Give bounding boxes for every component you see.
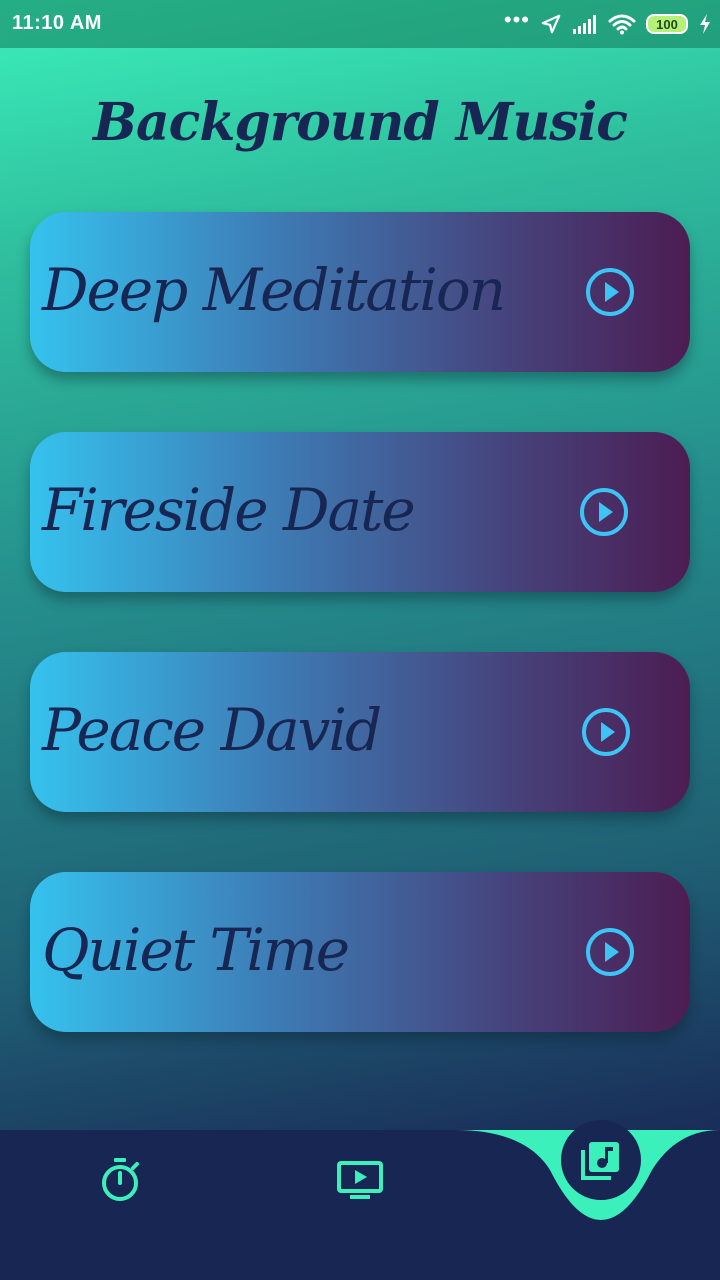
music-library-icon [581,1142,619,1180]
play-circle-icon[interactable] [578,486,630,538]
status-time: 11:10 AM [12,12,102,34]
music-library-button[interactable] [561,1120,641,1200]
page-title: Background Music [93,92,628,153]
wifi-icon [608,14,636,35]
track-card-quiet-time[interactable]: Quiet Time [30,872,690,1032]
track-card-fireside-date[interactable]: Fireside Date [30,432,690,592]
track-title: Deep Meditation [42,256,506,324]
battery-icon: 100 [646,14,688,34]
app-screen: 11:10 AM ••• 100 Background Music Deep M… [0,0,720,1280]
charging-bolt-icon [700,14,710,34]
track-title: Fireside Date [42,476,416,544]
status-bar: 11:10 AM ••• 100 [0,0,720,48]
bottom-nav [0,1120,720,1280]
signal-bars-icon [573,15,596,34]
stopwatch-icon[interactable] [98,1156,142,1204]
location-arrow-icon [541,14,561,34]
track-card-peace-david[interactable]: Peace David [30,652,690,812]
track-title: Peace David [42,696,382,764]
track-card-deep-meditation[interactable]: Deep Meditation [30,212,690,372]
video-play-icon[interactable] [336,1160,384,1202]
play-circle-icon[interactable] [580,706,632,758]
play-circle-icon[interactable] [584,926,636,978]
play-circle-icon[interactable] [584,266,636,318]
status-icons: ••• 100 [503,7,712,38]
more-dots-icon: ••• [503,7,530,32]
track-title: Quiet Time [42,916,350,984]
